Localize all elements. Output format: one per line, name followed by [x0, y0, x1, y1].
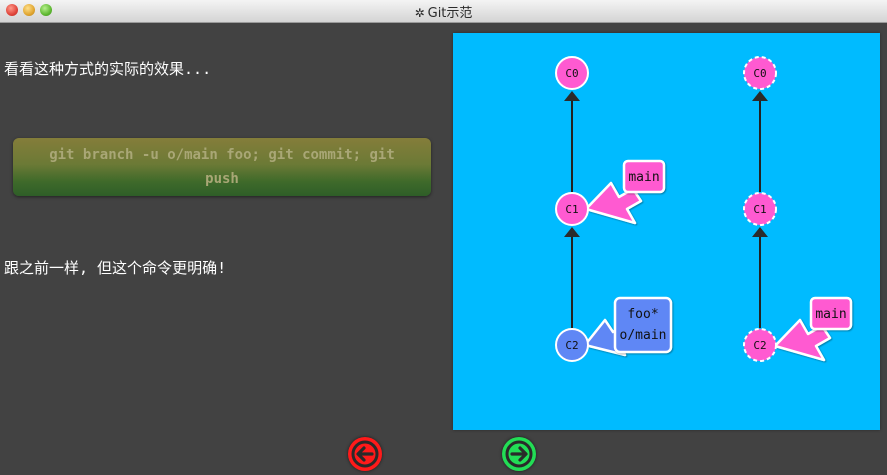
commit-label-c0-local: C0 — [565, 67, 578, 80]
arrowhead-c1-remote — [752, 227, 768, 237]
commit-c2-local[interactable]: C2 — [555, 328, 589, 362]
branch-main-remote[interactable]: main — [773, 296, 853, 362]
commit-c1-remote[interactable]: C1 — [743, 192, 777, 226]
forward-button[interactable] — [502, 437, 536, 471]
command-line-2: push — [205, 171, 239, 187]
command-line-1: git branch -u o/main foo; git commit; gi… — [49, 147, 395, 163]
commit-c2-remote[interactable]: C2 — [743, 328, 777, 362]
arrowhead-c1-local — [564, 227, 580, 237]
branch-label-main-remote: main — [815, 307, 846, 322]
command-button[interactable]: git branch -u o/main foo; git commit; gi… — [13, 138, 431, 196]
branch-label-origin-main: o/main — [620, 328, 667, 343]
intro-text: 看看这种方式的实际的效果... — [4, 60, 212, 78]
commit-c0-remote[interactable]: C0 — [743, 56, 777, 90]
git-graph-svg: main foo* o/main main C0 C1 C2 C0 C1 C2 — [555, 56, 853, 362]
window-title-area: ✲ Git示范 — [0, 2, 887, 21]
arrow-right-icon — [505, 440, 533, 468]
window-titlebar: ✲ Git示范 — [0, 0, 887, 23]
commit-label-c1-remote: C1 — [753, 203, 766, 216]
branch-main-local[interactable]: main — [584, 159, 666, 225]
commit-label-c1-local: C1 — [565, 203, 578, 216]
gear-icon: ✲ — [414, 6, 425, 20]
back-button[interactable] — [348, 437, 382, 471]
commit-label-c0-remote: C0 — [753, 67, 766, 80]
branch-label-main-local: main — [628, 170, 659, 185]
branch-foo-origin-local[interactable]: foo* o/main — [583, 296, 673, 357]
arrow-left-icon — [351, 440, 379, 468]
window-title: Git示范 — [427, 6, 473, 21]
commit-label-c2-remote: C2 — [753, 339, 766, 352]
command-text: git branch -u o/main foo; git commit; gi… — [22, 143, 422, 191]
commit-label-c2-local: C2 — [565, 339, 578, 352]
branch-label-foo: foo* — [627, 307, 658, 322]
commit-c0-local[interactable]: C0 — [555, 56, 589, 90]
arrowhead-c0-local — [564, 91, 580, 101]
arrowhead-c0-remote — [752, 91, 768, 101]
commit-c1-local[interactable]: C1 — [555, 192, 589, 226]
git-visualization-canvas: main foo* o/main main C0 C1 C2 C0 C1 C2 — [453, 33, 880, 430]
note-text: 跟之前一样, 但这个命令更明确! — [4, 259, 227, 277]
